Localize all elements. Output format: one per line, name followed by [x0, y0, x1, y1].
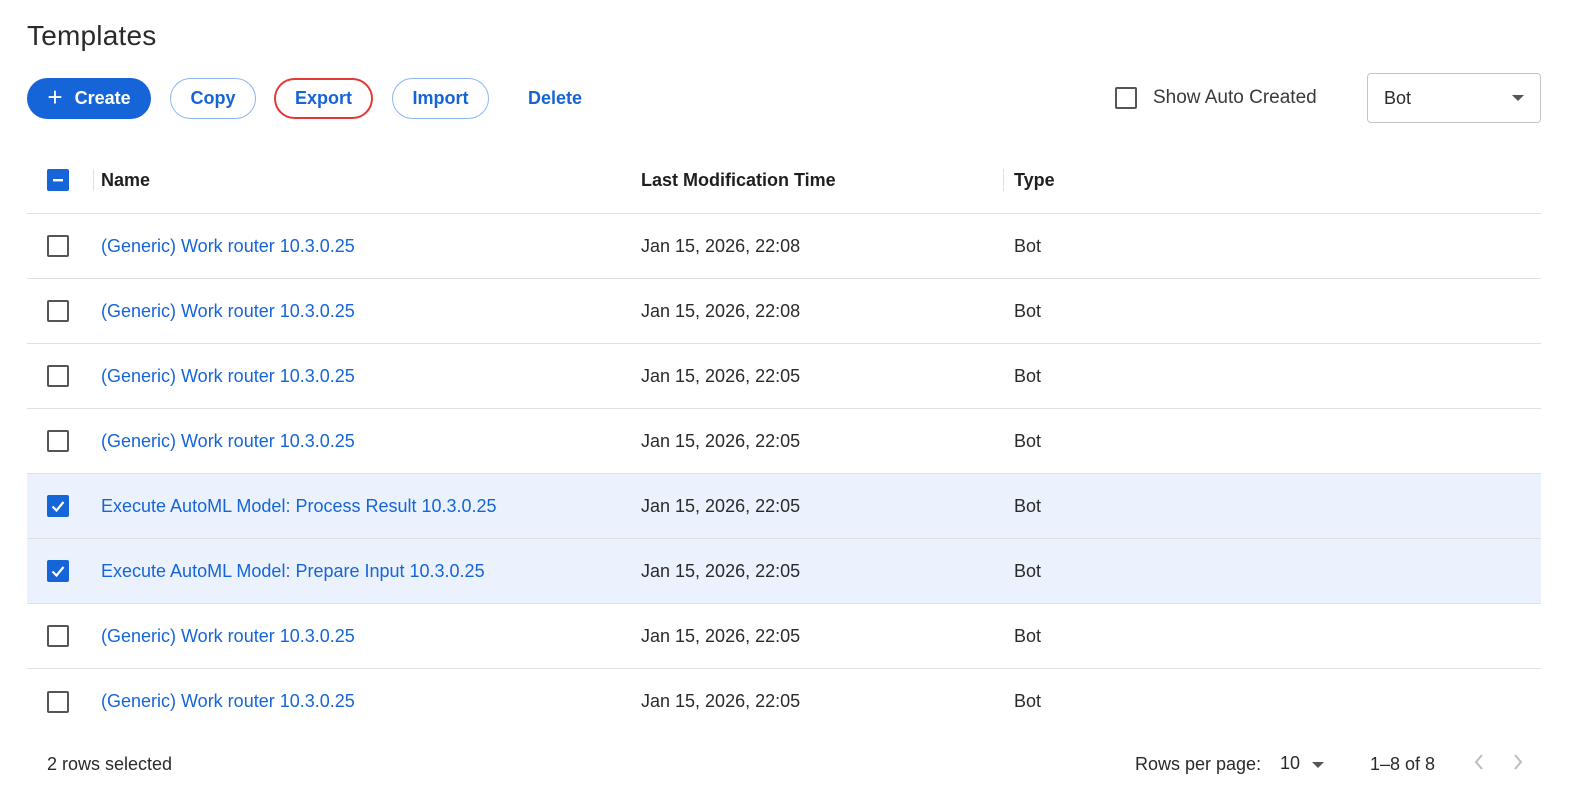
- column-header-time[interactable]: Last Modification Time: [641, 170, 836, 191]
- pagination-range: 1–8 of 8: [1370, 754, 1436, 774]
- plus-icon: +: [47, 82, 63, 112]
- rows-per-page-select[interactable]: 10: [1280, 753, 1325, 774]
- template-type: Bot: [1014, 495, 1042, 516]
- chevron-right-icon[interactable]: [1511, 752, 1525, 776]
- minus-icon: [53, 179, 63, 182]
- table-row[interactable]: (Generic) Work router 10.3.0.25 Jan 15, 2…: [27, 409, 1541, 474]
- modification-time: Jan 15, 2026, 22:05: [641, 691, 801, 711]
- select-all-checkbox[interactable]: [47, 169, 69, 191]
- selected-count: 2 rows selected: [47, 754, 173, 774]
- check-icon: [51, 501, 65, 513]
- table-row[interactable]: (Generic) Work router 10.3.0.25 Jan 15, 2…: [27, 279, 1541, 344]
- template-type: Bot: [1014, 300, 1042, 321]
- template-name-link[interactable]: (Generic) Work router 10.3.0.25: [101, 236, 355, 257]
- import-button[interactable]: Import: [392, 78, 489, 119]
- modification-time: Jan 15, 2026, 22:05: [641, 625, 801, 646]
- table-row[interactable]: (Generic) Work router 10.3.0.25 Jan 15, 2…: [27, 214, 1541, 279]
- table-row[interactable]: Execute AutoML Model: Process Result 10.…: [27, 474, 1541, 539]
- rows-per-page-label: Rows per page:: [1135, 754, 1262, 774]
- column-header-type[interactable]: Type: [1014, 170, 1055, 191]
- row-checkbox[interactable]: [47, 235, 69, 257]
- template-name-link[interactable]: (Generic) Work router 10.3.0.25: [101, 366, 355, 387]
- modification-time: Jan 15, 2026, 22:05: [641, 560, 801, 581]
- rows-per-page-value: 10: [1280, 753, 1301, 773]
- template-name-link[interactable]: (Generic) Work router 10.3.0.25: [101, 626, 355, 647]
- row-checkbox[interactable]: [47, 300, 69, 322]
- table-footer: 2 rows selected Rows per page: 10 1–8 of…: [27, 740, 1541, 788]
- type-filter-select[interactable]: Bot: [1367, 73, 1541, 123]
- page-title: Templates: [27, 20, 157, 51]
- template-name-link[interactable]: Execute AutoML Model: Prepare Input 10.3…: [101, 561, 485, 582]
- type-filter-value: Bot: [1384, 87, 1412, 108]
- check-icon: [51, 566, 65, 578]
- template-name-link[interactable]: (Generic) Work router 10.3.0.25: [101, 301, 355, 322]
- table-row[interactable]: (Generic) Work router 10.3.0.25 Jan 15, 2…: [27, 669, 1541, 734]
- table-row[interactable]: (Generic) Work router 10.3.0.25 Jan 15, 2…: [27, 604, 1541, 669]
- chevron-left-icon[interactable]: [1472, 752, 1486, 776]
- template-name-link[interactable]: (Generic) Work router 10.3.0.25: [101, 691, 355, 712]
- table-header: Name Last Modification Time Type: [27, 147, 1541, 214]
- template-type: Bot: [1014, 691, 1042, 711]
- export-button[interactable]: Export: [274, 78, 373, 119]
- row-checkbox[interactable]: [47, 495, 69, 517]
- row-checkbox[interactable]: [47, 690, 69, 713]
- modification-time: Jan 15, 2026, 22:05: [641, 365, 801, 386]
- table-row[interactable]: Execute AutoML Model: Prepare Input 10.3…: [27, 539, 1541, 604]
- row-checkbox[interactable]: [47, 365, 69, 387]
- row-checkbox[interactable]: [47, 430, 69, 452]
- row-checkbox[interactable]: [47, 560, 69, 582]
- template-type: Bot: [1014, 430, 1042, 451]
- show-auto-created-toggle[interactable]: Show Auto Created: [1115, 87, 1317, 109]
- template-name-link[interactable]: Execute AutoML Model: Process Result 10.…: [101, 496, 497, 517]
- modification-time: Jan 15, 2026, 22:08: [641, 235, 801, 256]
- templates-table: Name Last Modification Time Type (Generi…: [27, 147, 1541, 734]
- column-header-name[interactable]: Name: [101, 170, 150, 191]
- row-checkbox[interactable]: [47, 625, 69, 647]
- show-auto-created-checkbox[interactable]: [1115, 87, 1137, 109]
- table-body: (Generic) Work router 10.3.0.25 Jan 15, 2…: [27, 214, 1541, 734]
- table-row[interactable]: (Generic) Work router 10.3.0.25 Jan 15, 2…: [27, 344, 1541, 409]
- create-button-label: Create: [74, 88, 131, 108]
- show-auto-created-label: Show Auto Created: [1153, 87, 1317, 108]
- copy-button[interactable]: Copy: [170, 78, 256, 119]
- template-type: Bot: [1014, 365, 1042, 386]
- delete-button[interactable]: Delete: [511, 78, 599, 119]
- create-button[interactable]: + Create: [27, 78, 151, 119]
- column-divider: [1003, 169, 1004, 191]
- modification-time: Jan 15, 2026, 22:08: [641, 300, 801, 321]
- modification-time: Jan 15, 2026, 22:05: [641, 430, 801, 451]
- template-type: Bot: [1014, 625, 1042, 646]
- modification-time: Jan 15, 2026, 22:05: [641, 495, 801, 516]
- toolbar: + Create Copy Export Import Delete Show …: [27, 73, 1541, 123]
- column-divider: [93, 169, 94, 191]
- template-type: Bot: [1014, 560, 1042, 581]
- template-name-link[interactable]: (Generic) Work router 10.3.0.25: [101, 431, 355, 452]
- caret-down-icon: [1512, 95, 1524, 101]
- caret-down-icon: [1312, 762, 1325, 768]
- template-type: Bot: [1014, 235, 1042, 256]
